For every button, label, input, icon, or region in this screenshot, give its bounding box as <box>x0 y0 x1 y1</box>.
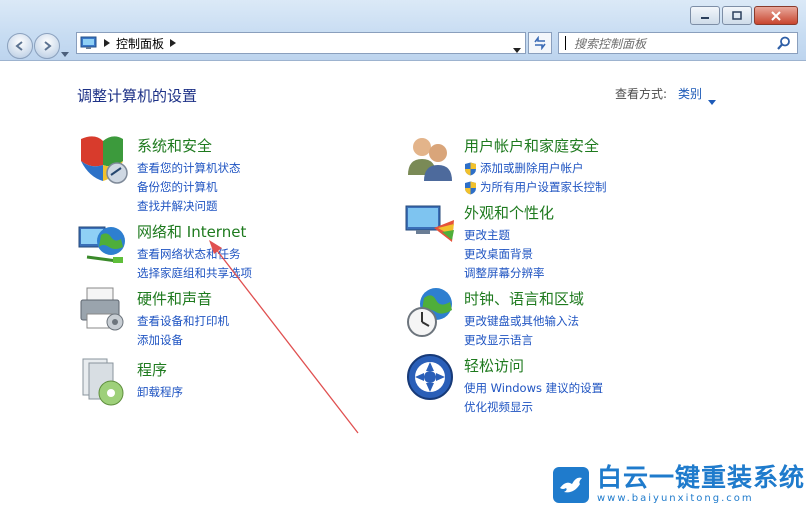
watermark-en: www.baiyunxitong.com <box>597 493 754 504</box>
watermark-cn: 白云一键重装系统 <box>597 463 806 492</box>
annotation-arrow <box>209 240 359 434</box>
bird-logo-icon <box>553 466 589 503</box>
watermark: 白云一键重装系统 www.baiyunxitong.com <box>553 465 805 504</box>
